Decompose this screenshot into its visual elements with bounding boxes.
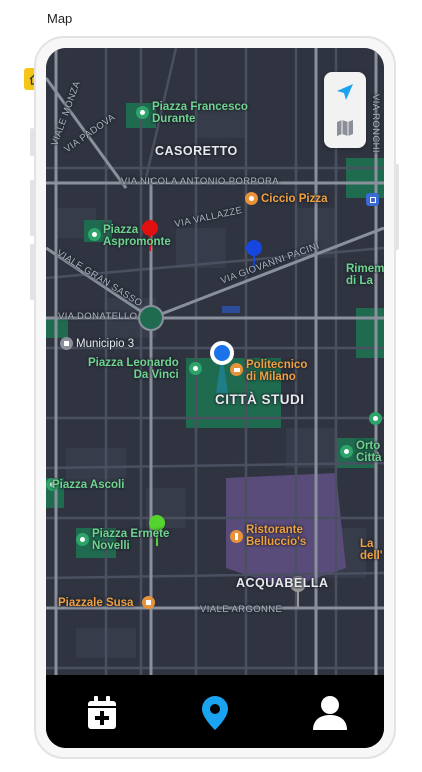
neighborhood-citta-studi: CITTÀ STUDI <box>215 392 305 407</box>
place-rimem[interactable]: Rimem di La <box>346 263 384 287</box>
calendar-add-icon <box>88 696 116 729</box>
nav-map[interactable] <box>195 693 235 733</box>
place-belluccio[interactable]: Ristorante Belluccio's <box>246 524 306 548</box>
place-piazzale-susa[interactable]: Piazzale Susa <box>58 597 133 609</box>
pizza-icon <box>245 192 258 205</box>
university-icon <box>230 363 243 376</box>
place-municipio[interactable]: Municipio 3 <box>76 338 134 350</box>
nav-calendar-add[interactable] <box>82 693 122 733</box>
neighborhood-casoretto: CASORETTO <box>155 144 238 158</box>
park-icon <box>369 412 382 425</box>
park-icon <box>76 533 89 546</box>
park-icon <box>88 228 101 241</box>
place-politecnico[interactable]: Politecnico di Milano <box>246 359 307 383</box>
phone-side-button <box>30 128 34 156</box>
park-icon <box>189 362 202 375</box>
place-piazza-ascoli[interactable]: Piazza Ascoli <box>52 479 124 491</box>
place-piazza-leonardo[interactable]: Piazza Leonardo Da Vinci <box>88 357 179 381</box>
map-fold-icon <box>337 120 353 136</box>
map-controls <box>324 72 366 148</box>
street-label-via-porpora: VIA NICOLA ANTONIO PORPORA <box>121 176 280 187</box>
place-orto[interactable]: Orto Città <box>356 440 382 464</box>
navigation-arrow-icon <box>337 84 353 100</box>
restaurant-icon <box>230 530 243 543</box>
park-icon <box>340 445 353 458</box>
bottom-nav <box>46 675 384 748</box>
map-pin-icon <box>202 696 228 730</box>
nav-profile[interactable] <box>310 693 350 733</box>
profile-icon <box>313 696 347 730</box>
frame-label: Map <box>47 11 73 26</box>
street-label-via-donatello: VIA DONATELLO <box>58 311 138 322</box>
place-piazza-aspromonte[interactable]: Piazza Aspromonte <box>103 224 171 248</box>
neighborhood-acquabella: ACQUABELLA <box>236 576 329 590</box>
place-piazza-novelli[interactable]: Piazza Ermete Novelli <box>92 528 169 552</box>
shopping-icon <box>142 596 155 609</box>
place-dell[interactable]: La dell' <box>360 538 383 562</box>
street-label-viale-argonne: VIALE ARGONNE <box>200 604 283 615</box>
town-hall-icon <box>60 337 73 350</box>
place-ciccio-pizza[interactable]: Ciccio Pizza <box>261 193 327 205</box>
phone-side-button <box>30 180 34 236</box>
transit-icon <box>366 193 379 206</box>
map-screen[interactable]: VIA PADOVA VIALE MONZA VIA NICOLA ANTONI… <box>46 48 384 748</box>
map-layers-button[interactable] <box>324 110 366 146</box>
street-label-via-ronchi: VIA RONCHI <box>369 94 381 153</box>
park-icon <box>136 106 149 119</box>
navigate-button[interactable] <box>324 74 366 110</box>
place-piazza-durante[interactable]: Piazza Francesco Durante <box>152 101 248 125</box>
phone-side-button <box>30 244 34 300</box>
phone-side-button <box>395 164 399 250</box>
